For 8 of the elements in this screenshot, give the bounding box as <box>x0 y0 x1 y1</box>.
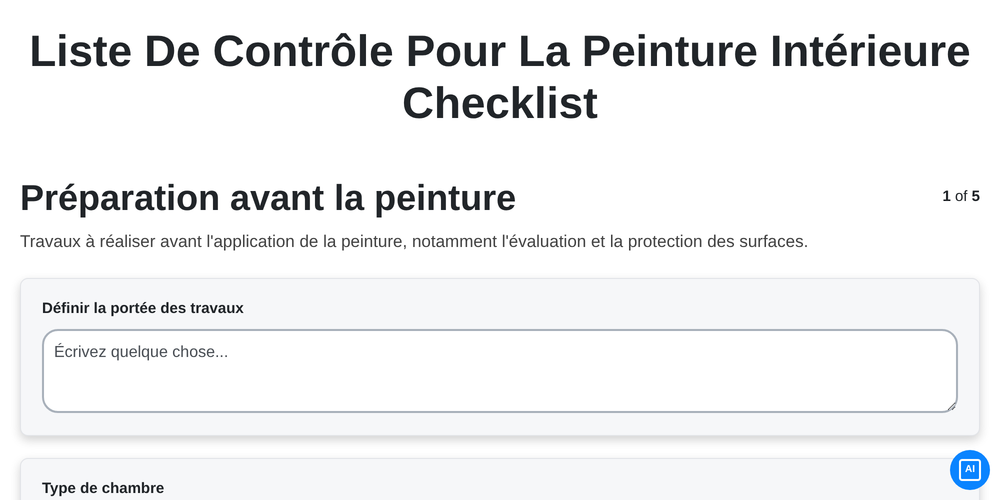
question-label: Type de chambre <box>42 479 166 499</box>
ai-assistant-button[interactable]: AI <box>950 450 990 490</box>
section-description: Travaux à réaliser avant l'application de la peinture, notamment l'évaluation et la protection des surfaces. <box>20 231 810 253</box>
question-label: Définir la portée des travaux <box>42 298 245 318</box>
section-heading: Préparation avant la peinture <box>20 176 516 220</box>
page-counter: 1 of 5 <box>942 187 980 207</box>
page-title: Liste De Contrôle Pour La Peinture Intérieure Checklist <box>28 26 972 130</box>
answer-field[interactable]: Écrivez quelque chose... <box>42 329 958 413</box>
